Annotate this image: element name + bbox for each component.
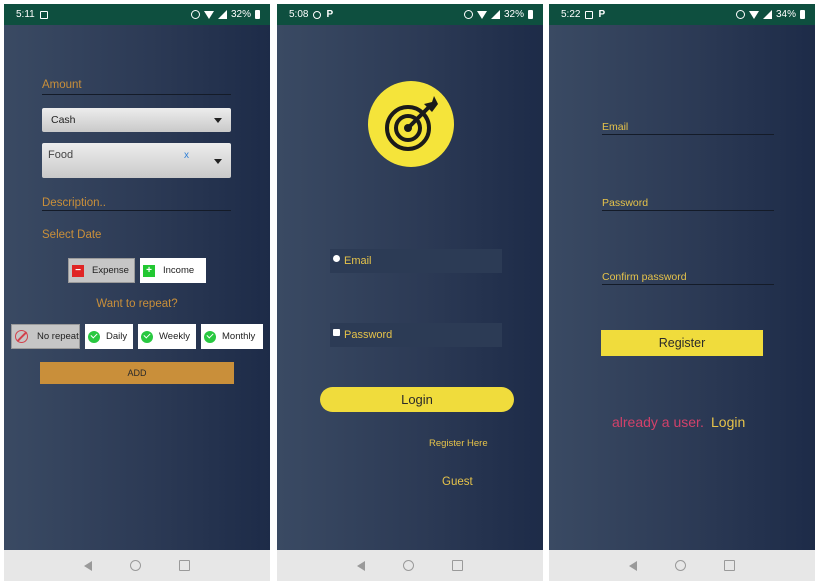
income-button[interactable]: + Income [140, 258, 206, 283]
password-placeholder: Password [344, 329, 393, 341]
repeat-prompt: Want to repeat? [96, 298, 178, 310]
email-placeholder: Email [344, 255, 372, 267]
description-input[interactable]: Description.. [42, 197, 231, 211]
account-value: Cash [51, 114, 76, 126]
status-bar: 5:11 32% [4, 4, 270, 25]
vibrate-icon [190, 10, 200, 19]
income-label: Income [163, 265, 195, 276]
guest-link[interactable]: Guest [442, 476, 473, 488]
email-placeholder: Email [602, 121, 629, 133]
battery-icon [255, 10, 260, 19]
nav-bar [4, 550, 270, 581]
register-link[interactable]: Register Here [429, 438, 488, 449]
minus-icon: − [72, 264, 84, 277]
image-icon [39, 10, 48, 19]
lock-icon [333, 329, 340, 336]
expense-button[interactable]: − Expense [68, 258, 135, 283]
home-icon[interactable] [675, 560, 686, 571]
check-icon [141, 330, 153, 343]
category-value: Food [48, 149, 74, 161]
phone-login: 5:08 P 32% Email Password Login Register… [277, 4, 543, 581]
battery-percent: 34% [775, 9, 796, 20]
vibrate-icon [463, 10, 473, 19]
status-time: 5:11 [16, 9, 35, 20]
register-button[interactable]: Register [601, 330, 763, 356]
monthly-button[interactable]: Monthly [201, 324, 263, 349]
description-placeholder: Description.. [42, 197, 106, 209]
check-icon [204, 330, 216, 343]
clear-category-button[interactable]: x [184, 150, 189, 161]
battery-icon [800, 10, 805, 19]
whatsapp-icon [313, 10, 322, 19]
login-button[interactable]: Login [320, 387, 514, 412]
no-entry-icon [15, 330, 28, 343]
weekly-label: Weekly [159, 331, 190, 342]
phone-add-transaction: 5:11 32% Amount Cash Food x Description.… [4, 4, 270, 581]
app-notification-icon: P [598, 9, 606, 20]
back-icon[interactable] [357, 560, 365, 571]
password-input[interactable]: Password [602, 197, 774, 211]
dropdown-caret-icon [214, 118, 222, 123]
battery-percent: 32% [230, 9, 251, 20]
phone-register: 5:22 P 34% Email Password Confirm passwo… [549, 4, 815, 581]
recents-icon[interactable] [452, 560, 463, 571]
login-link[interactable]: Login [711, 414, 745, 430]
app-notification-icon: P [326, 9, 334, 20]
status-time: 5:22 [561, 9, 581, 20]
home-icon[interactable] [403, 560, 414, 571]
weekly-button[interactable]: Weekly [138, 324, 196, 349]
wifi-icon [748, 10, 759, 19]
wifi-icon [476, 10, 487, 19]
password-input[interactable]: Password [330, 323, 502, 347]
daily-label: Daily [106, 331, 128, 342]
account-dropdown[interactable]: Cash [42, 108, 231, 132]
signal-icon [762, 10, 772, 19]
recents-icon[interactable] [724, 560, 735, 571]
signal-icon [217, 10, 227, 19]
battery-icon [528, 10, 533, 19]
monthly-label: Monthly [222, 331, 256, 342]
daily-button[interactable]: Daily [85, 324, 133, 349]
no-repeat-button[interactable]: No repeat [11, 324, 80, 349]
amount-placeholder: Amount [42, 79, 82, 91]
back-icon[interactable] [629, 560, 637, 571]
amount-input[interactable]: Amount [42, 79, 231, 95]
select-date-button[interactable]: Select Date [42, 229, 101, 241]
email-input[interactable]: Email [602, 121, 774, 135]
wifi-icon [203, 10, 214, 19]
signal-icon [490, 10, 500, 19]
confirm-password-placeholder: Confirm password [602, 271, 687, 283]
status-bar: 5:08 P 32% [277, 4, 543, 25]
already-user-text: already a user. [612, 414, 704, 430]
battery-percent: 32% [503, 9, 524, 20]
recents-icon[interactable] [179, 560, 190, 571]
category-dropdown[interactable]: Food x [42, 143, 231, 178]
plus-icon: + [143, 264, 155, 277]
nav-bar [549, 550, 815, 581]
image-icon [585, 10, 594, 19]
no-repeat-label: No repeat [37, 331, 79, 342]
vibrate-icon [735, 10, 745, 19]
email-input[interactable]: Email [330, 249, 502, 273]
screen-content: Email Password Login Register Here Guest [277, 25, 543, 550]
screen-content: Amount Cash Food x Description.. Select … [4, 25, 270, 550]
home-icon[interactable] [130, 560, 141, 571]
status-bar: 5:22 P 34% [549, 4, 815, 25]
add-button[interactable]: ADD [40, 362, 234, 384]
confirm-password-input[interactable]: Confirm password [602, 271, 774, 285]
user-icon [333, 255, 340, 262]
back-icon[interactable] [84, 560, 92, 571]
nav-bar [277, 550, 543, 581]
check-icon [88, 330, 100, 343]
password-placeholder: Password [602, 197, 649, 209]
expense-label: Expense [92, 265, 129, 276]
screen-content: Email Password Confirm password Register… [549, 25, 815, 550]
dropdown-caret-icon [214, 159, 222, 164]
status-time: 5:08 [289, 9, 309, 20]
target-icon [368, 81, 454, 167]
